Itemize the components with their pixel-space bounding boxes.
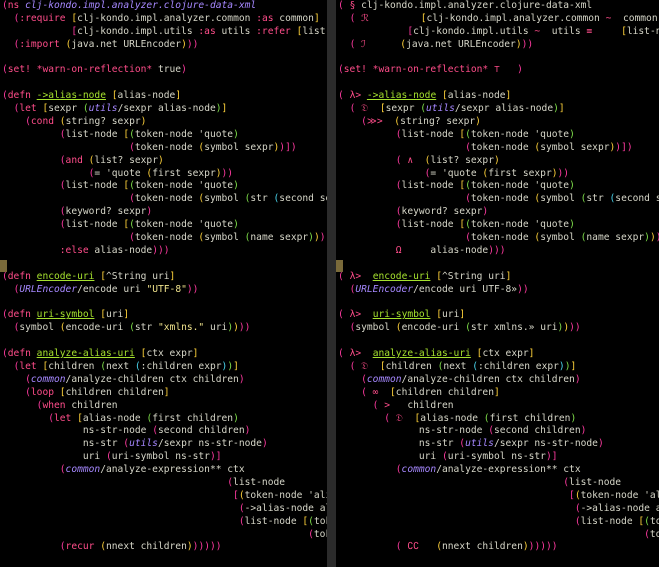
code-line[interactable]: ( λ> analyze-alias-uri [ctx expr] [338, 348, 659, 361]
code-line[interactable]: (keyword? sexpr) [2, 206, 327, 219]
code-line[interactable]: (set! *warn-on-reflection* true) [2, 64, 327, 77]
code-line[interactable]: (recur (nnext children)))))) [2, 541, 327, 554]
code-line[interactable]: ​ [2, 52, 327, 65]
code-line[interactable]: ( ℐ (java.net URLEncoder))) [338, 39, 659, 52]
code-line[interactable]: [(token-node 'alias) [2, 490, 327, 503]
code-line[interactable]: ​ [2, 335, 327, 348]
code-line[interactable]: (:require [clj-kondo.impl.analyzer.commo… [2, 13, 327, 26]
code-line[interactable]: (let [alias-node (first children) [2, 413, 327, 426]
code-line[interactable]: (list-node [(token-node 'quote) [338, 219, 659, 232]
code-line[interactable]: (cond (string? sexpr) [2, 116, 327, 129]
code-line[interactable]: [clj-kondo.impl.utils :as utils :refer [… [2, 26, 327, 39]
code-line[interactable]: (symbol (encode-uri (str "xmlns." uri)))… [2, 322, 327, 335]
code-line[interactable]: (token-node uri)])])) [338, 529, 659, 542]
code-line[interactable]: ( 𝔇 [sexpr (utils/sexpr alias-node)] [338, 103, 659, 116]
code-line[interactable]: ( λ> encode-uri [^String uri] [338, 271, 659, 284]
code-line[interactable]: ( 𝔇 [alias-node (first children) [338, 413, 659, 426]
code-line[interactable]: (token-node (symbol (str (second sexpr))… [2, 193, 327, 206]
code-line[interactable]: ( ∞ [children children] [338, 387, 659, 400]
code-line[interactable]: (URLEncoder/encode uri UTF-8»)) [338, 284, 659, 297]
editor-pane-left[interactable]: (ns clj-kondo.impl.analyzer.clojure-data… [0, 0, 327, 567]
code-line[interactable]: (URLEncoder/encode uri "UTF-8")) [2, 284, 327, 297]
code-line[interactable]: ns-str-node (second children) [338, 425, 659, 438]
code-line[interactable]: (let [children (next (:children expr))] [2, 361, 327, 374]
code-line[interactable]: Ω alias-node))) [338, 245, 659, 258]
code-line[interactable]: (token-node uri)])])) [2, 529, 327, 542]
code-line[interactable]: (when children [2, 400, 327, 413]
code-line[interactable]: (defn encode-uri [^String uri] [2, 271, 327, 284]
code-line[interactable]: (list-node [(token-node 'quote) [338, 129, 659, 142]
code-line[interactable]: ( 𝔇 [children (next (:children expr))] [338, 361, 659, 374]
code-line[interactable]: ( λ> ->alias-node [alias-node] [338, 90, 659, 103]
code-line[interactable]: ​ [2, 296, 327, 309]
code-line[interactable]: ​ [338, 335, 659, 348]
code-line[interactable]: ns-str-node (second children) [2, 425, 327, 438]
code-line[interactable]: (= 'quote (first sexpr))) [338, 168, 659, 181]
code-line[interactable]: (defn ->alias-node [alias-node] [2, 90, 327, 103]
code-line[interactable]: (token-node (symbol (str (second sexpr))… [338, 193, 659, 206]
code-line[interactable]: ns-str (utils/sexpr ns-str-node) [338, 438, 659, 451]
code-line[interactable]: (ns clj-kondo.impl.analyzer.clojure-data… [2, 0, 327, 13]
code-line[interactable]: (list-node [(token-node 'quote) [2, 516, 327, 529]
code-line[interactable]: :else alias-node))) [2, 245, 327, 258]
code-line[interactable]: ( ∁∁ (nnext children)))))) [338, 541, 659, 554]
code-line[interactable]: (token-node (symbol (name sexpr)))]) [338, 232, 659, 245]
code-line[interactable]: (let [sexpr (utils/sexpr alias-node)] [2, 103, 327, 116]
code-line[interactable]: uri (uri-symbol ns-str)] [2, 451, 327, 464]
code-line[interactable]: (loop [children children] [2, 387, 327, 400]
code-line[interactable]: ( > children [338, 400, 659, 413]
code-line[interactable]: (token-node (symbol sexpr))]) [338, 142, 659, 155]
code-line[interactable]: ​ [338, 258, 659, 271]
text-cursor [0, 260, 7, 272]
code-line[interactable]: ns-str (utils/sexpr ns-str-node) [2, 438, 327, 451]
code-line[interactable]: ( ℛ [clj-kondo.impl.analyzer.common ~ co… [338, 13, 659, 26]
code-block-left: (ns clj-kondo.impl.analyzer.clojure-data… [0, 0, 327, 554]
code-line[interactable]: (= 'quote (first sexpr))) [2, 168, 327, 181]
code-line[interactable]: ( λ> uri-symbol [uri] [338, 309, 659, 322]
code-line[interactable]: (keyword? sexpr) [338, 206, 659, 219]
code-line[interactable]: ​ [2, 77, 327, 90]
code-line[interactable]: (list-node [(token-node 'quote) [2, 129, 327, 142]
code-line[interactable]: (common/analyze-children ctx children) [2, 374, 327, 387]
code-line[interactable]: (common/analyze-children ctx children) [338, 374, 659, 387]
code-line[interactable]: (->alias-node alias-node) [2, 503, 327, 516]
code-line[interactable]: uri (uri-symbol ns-str)] [338, 451, 659, 464]
code-line[interactable]: [(token-node 'alias) [338, 490, 659, 503]
code-line[interactable]: (common/analyze-expression** ctx [2, 464, 327, 477]
code-line[interactable]: (and (list? sexpr) [2, 155, 327, 168]
code-line[interactable]: (token-node (symbol sexpr))]) [2, 142, 327, 155]
code-line[interactable]: ​ [338, 296, 659, 309]
code-line[interactable]: (list-node [338, 477, 659, 490]
code-line[interactable]: ( ∧ (list? sexpr) [338, 155, 659, 168]
code-line[interactable]: (list-node [(token-node 'quote) [338, 516, 659, 529]
code-line[interactable]: [clj-kondo.impl.utils ~ utils ≡ [list-no… [338, 26, 659, 39]
code-line[interactable]: (:import (java.net URLEncoder))) [2, 39, 327, 52]
code-line[interactable]: (list-node [(token-node 'quote) [338, 180, 659, 193]
code-line[interactable]: ​ [2, 258, 327, 271]
text-cursor [336, 260, 343, 272]
code-line[interactable]: ​ [338, 52, 659, 65]
code-line[interactable]: (token-node (symbol (name sexpr)))]) [2, 232, 327, 245]
code-line[interactable]: (list-node [(token-node 'quote) [2, 219, 327, 232]
pane-divider[interactable] [327, 0, 336, 567]
code-line[interactable]: (list-node [2, 477, 327, 490]
code-line[interactable]: (defn analyze-alias-uri [ctx expr] [2, 348, 327, 361]
code-line[interactable]: (->alias-node alias-node) [338, 503, 659, 516]
code-line[interactable]: ​ [338, 77, 659, 90]
code-line[interactable]: (≫> (string? sexpr) [338, 116, 659, 129]
code-line[interactable]: (list-node [(token-node 'quote) [2, 180, 327, 193]
code-line[interactable]: (symbol (encode-uri (str xmlns.» uri)))) [338, 322, 659, 335]
code-line[interactable]: (set! *warn-on-reflection* ⊤ ) [338, 64, 659, 77]
code-line[interactable]: (common/analyze-expression** ctx [338, 464, 659, 477]
code-line[interactable]: (defn uri-symbol [uri] [2, 309, 327, 322]
code-block-right: ( § clj-kondo.impl.analyzer.clojure-data… [336, 0, 659, 554]
code-line[interactable]: ( § clj-kondo.impl.analyzer.clojure-data… [338, 0, 659, 13]
editor-pane-right[interactable]: ( § clj-kondo.impl.analyzer.clojure-data… [336, 0, 659, 567]
